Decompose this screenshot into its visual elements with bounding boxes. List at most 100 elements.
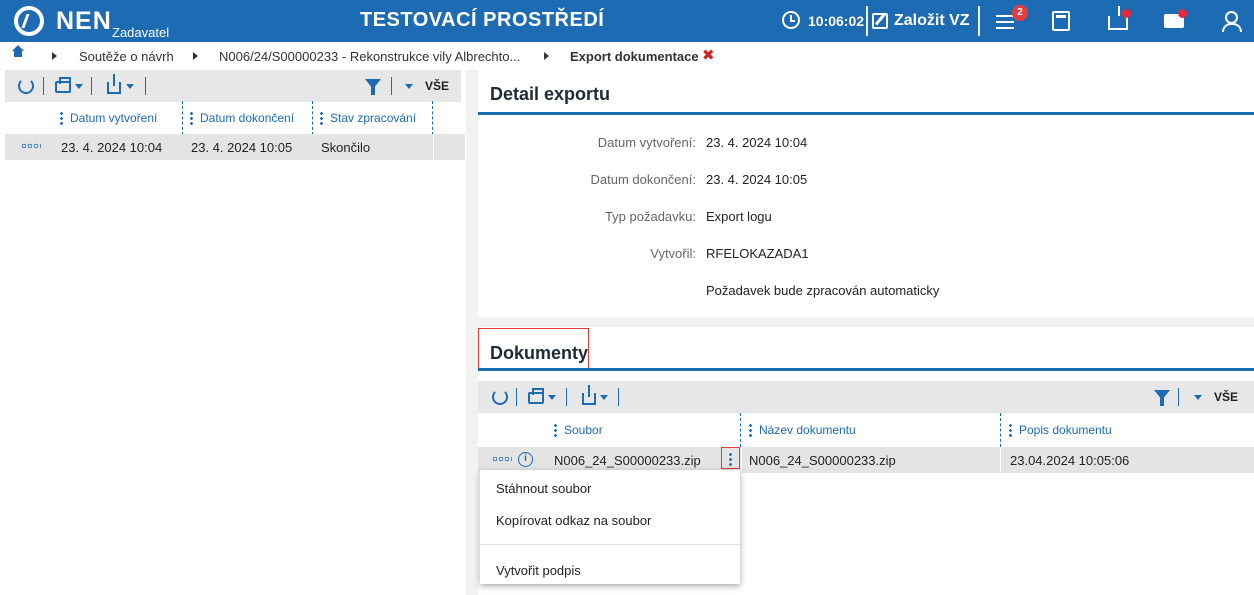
header-divider [978,6,980,36]
menu-item-create-signature[interactable]: Vytvořit podpis [496,563,581,578]
field-value-created: 23. 4. 2024 10:04 [706,135,808,150]
field-value-finished: 23. 4. 2024 10:05 [706,172,808,187]
toolbar-divider [618,388,619,406]
inbox-icon[interactable] [1108,6,1128,30]
app-header: NEN Zadavatel TESTOVACÍ PROSTŘEDÍ 10:06:… [0,0,1254,42]
toolbar-divider [1178,388,1179,406]
column-header-status[interactable]: Stav zpracování [316,101,432,135]
mail-alert-dot [1178,9,1187,18]
column-divider [182,101,183,135]
print-dropdown-icon[interactable] [548,395,556,400]
row-actions-icon[interactable] [21,143,41,149]
filter-all-label[interactable]: VŠE [425,79,449,93]
breadcrumb-arrow-icon [193,52,198,60]
breadcrumb-arrow-icon [544,52,549,60]
column-header-label: Stav zpracování [330,111,417,125]
menu-item-download[interactable]: Stáhnout soubor [496,481,591,496]
filter-icon[interactable] [1154,390,1170,406]
file-actions-kebab-icon[interactable] [729,452,732,466]
nen-logo-icon[interactable] [14,6,44,36]
info-icon[interactable]: i [518,452,533,467]
column-header-created[interactable]: Datum vytvoření [56,101,182,135]
environment-title: TESTOVACÍ PROSTŘEDÍ [360,9,605,31]
menu-item-copy-link[interactable]: Kopírovat odkaz na soubor [496,513,651,528]
column-header-label: Datum vytvoření [70,111,158,125]
column-divider [1000,413,1001,447]
toolbar-divider [43,77,44,95]
detail-card [478,70,1254,317]
field-label-created: Datum vytvoření: [597,135,696,150]
field-label-finished: Datum dokončení: [590,172,696,187]
toolbar-divider [516,388,517,406]
column-divider [432,101,433,135]
home-icon[interactable] [12,45,24,61]
row-divider [741,447,742,473]
column-menu-icon[interactable] [190,111,193,125]
filter-dropdown-icon[interactable] [405,84,413,89]
refresh-icon[interactable] [18,78,34,94]
breadcrumb-current: Export dokumentace [570,49,699,64]
export-icon[interactable] [107,74,121,94]
column-menu-icon[interactable] [1009,423,1012,437]
filter-all-label[interactable]: VŠE [1214,390,1238,404]
detail-title-underline [478,112,1254,115]
create-tender-button[interactable]: Založit VZ [872,7,970,35]
filter-dropdown-icon[interactable] [1194,395,1202,400]
create-tender-label: Založit VZ [894,12,970,29]
app-role: Zadavatel [112,25,170,40]
column-header-description[interactable]: Popis dokumentu [1005,413,1254,447]
row-divider [433,134,434,160]
calculator-icon[interactable] [1052,11,1070,31]
cell-created: 23. 4. 2024 10:04 [61,140,163,155]
export-icon[interactable] [582,385,596,405]
menu-badge: 2 [1012,5,1028,21]
breadcrumb-arrow-icon [52,52,57,60]
breadcrumb-item-tender[interactable]: N006/24/S00000233 - Rekonstrukce vily Al… [219,49,520,64]
export-dropdown-icon[interactable] [600,395,608,400]
refresh-icon[interactable] [492,389,508,405]
processing-note: Požadavek bude zpracován automaticky [706,283,940,298]
session-time: 10:06:02 [808,13,865,29]
cell-name: N006_24_S00000233.zip [749,453,896,468]
toolbar-divider [391,77,392,95]
column-divider [312,101,313,135]
column-menu-icon[interactable] [749,423,752,437]
row-actions-icon[interactable] [492,456,512,462]
documents-title-underline [478,368,1254,371]
cell-finished: 23. 4. 2024 10:05 [191,140,293,155]
clock-icon [782,11,800,29]
column-divider [740,413,741,447]
documents-toolbar: VŠE [478,381,1254,413]
column-header-label: Datum dokončení [200,111,295,125]
breadcrumb-item-competitions[interactable]: Soutěže o návrh [79,49,174,64]
column-header-name[interactable]: Název dokumentu [745,413,1000,447]
column-menu-icon[interactable] [60,111,63,125]
cell-description: 23.04.2024 10:05:06 [1010,453,1130,468]
toolbar-divider [145,77,146,95]
column-header-file[interactable]: Soubor [550,413,740,447]
close-icon[interactable]: ✖ [702,46,715,64]
column-header-label: Název dokumentu [759,423,856,437]
print-dropdown-icon[interactable] [75,84,83,89]
inbox-alert-dot [1122,9,1131,18]
print-icon[interactable] [55,77,71,93]
detail-title: Detail exportu [490,84,611,104]
cell-file[interactable]: N006_24_S00000233.zip [554,453,701,468]
file-context-menu: Stáhnout soubor Kopírovat odkaz na soubo… [480,470,740,584]
table-row[interactable]: 23. 4. 2024 10:04 23. 4. 2024 10:05 Skon… [5,134,465,160]
export-dropdown-icon[interactable] [126,84,134,89]
column-menu-icon[interactable] [554,423,557,437]
filter-icon[interactable] [365,79,381,95]
field-value-author: RFELOKAZADA1 [706,246,809,261]
menu-divider [480,544,740,545]
print-icon[interactable] [528,388,544,404]
left-toolbar: VŠE [5,70,461,102]
user-icon[interactable] [1220,11,1244,35]
field-label-type: Typ požadavku: [604,209,696,224]
column-header-finished[interactable]: Datum dokončení [186,101,312,135]
column-menu-icon[interactable] [320,111,323,125]
cell-status: Skončilo [321,140,371,155]
highlight-frame [478,328,589,370]
field-value-type: Export logu [706,209,772,224]
app-logo[interactable]: NEN [56,7,112,36]
